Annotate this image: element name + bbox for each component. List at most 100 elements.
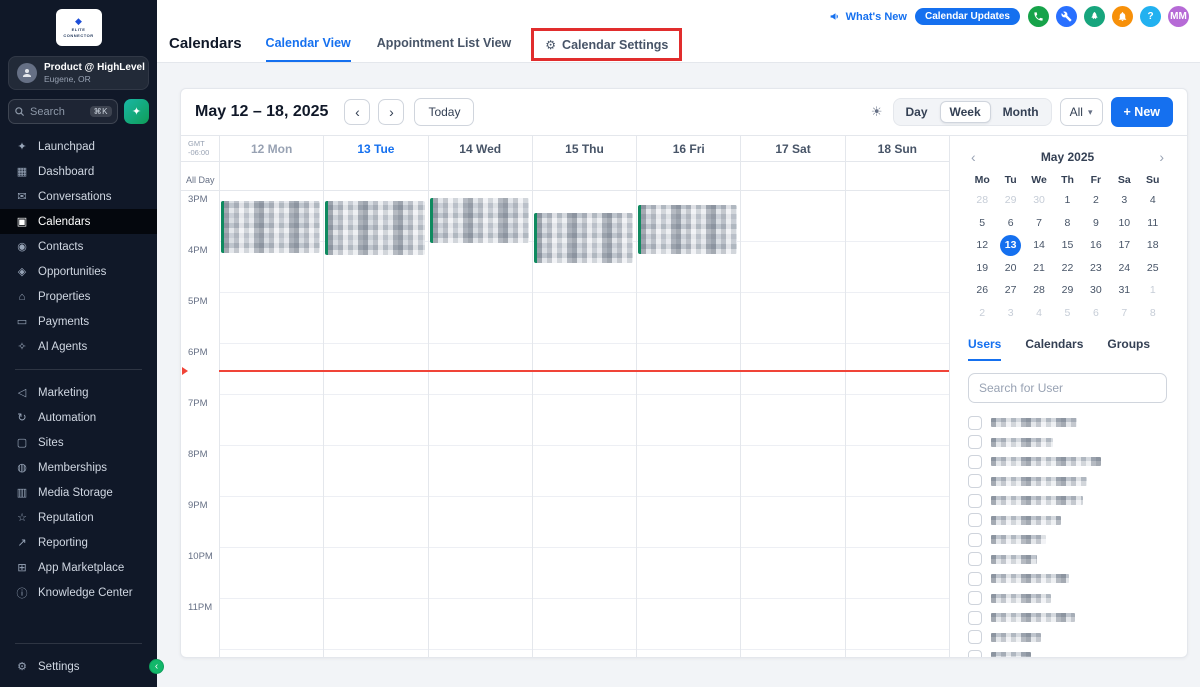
mini-calendar-day[interactable]: 11 xyxy=(1139,212,1167,235)
mini-calendar-day[interactable]: 18 xyxy=(1139,234,1167,257)
user-list-item[interactable] xyxy=(968,550,1167,570)
user-list-item[interactable] xyxy=(968,628,1167,648)
day-column[interactable] xyxy=(636,191,740,657)
sidebar-item-contacts[interactable]: ◉Contacts xyxy=(0,234,157,259)
mini-calendar-day[interactable]: 16 xyxy=(1082,234,1110,257)
hour-cell[interactable] xyxy=(741,446,844,497)
hour-cell[interactable] xyxy=(637,395,740,446)
mini-calendar-day[interactable]: 4 xyxy=(1139,189,1167,212)
mini-calendar-day[interactable]: 7 xyxy=(1110,302,1138,325)
mini-calendar-day[interactable]: 6 xyxy=(1082,302,1110,325)
day-column[interactable] xyxy=(845,191,949,657)
panel-tab-users[interactable]: Users xyxy=(968,337,1001,361)
hour-cell[interactable] xyxy=(846,242,949,293)
mini-calendar-day[interactable]: 29 xyxy=(996,189,1024,212)
hour-cell[interactable] xyxy=(741,599,844,650)
hour-cell[interactable] xyxy=(533,446,636,497)
hour-cell[interactable] xyxy=(324,497,427,548)
day-column[interactable] xyxy=(219,191,323,657)
mini-calendar-day[interactable]: 8 xyxy=(1139,302,1167,325)
hour-cell[interactable] xyxy=(533,599,636,650)
mini-calendar-day[interactable]: 26 xyxy=(968,279,996,302)
user-list-item[interactable] xyxy=(968,569,1167,589)
calendar-event-redacted[interactable] xyxy=(325,201,424,255)
mini-calendar-day[interactable]: 21 xyxy=(1025,257,1053,280)
hour-cell[interactable] xyxy=(429,293,532,344)
mini-calendar-day[interactable]: 28 xyxy=(968,189,996,212)
user-list-item[interactable] xyxy=(968,608,1167,628)
mini-calendar-day[interactable]: 7 xyxy=(1025,212,1053,235)
mini-calendar-day[interactable]: 6 xyxy=(996,212,1024,235)
mini-calendar-day[interactable]: 28 xyxy=(1025,279,1053,302)
hour-cell[interactable] xyxy=(846,191,949,242)
mini-calendar-day[interactable]: 22 xyxy=(1053,257,1081,280)
day-column[interactable] xyxy=(323,191,427,657)
hour-cell[interactable] xyxy=(741,548,844,599)
hour-cell[interactable] xyxy=(533,497,636,548)
hour-cell[interactable] xyxy=(846,497,949,548)
hour-cell[interactable] xyxy=(637,599,740,650)
sidebar-item-ai-agents[interactable]: ✧AI Agents xyxy=(0,334,157,359)
logo-box[interactable]: ◆ ELITECONNECTOR xyxy=(56,9,102,46)
sidebar-item-settings[interactable]: ⚙ Settings xyxy=(0,654,157,679)
prev-week-button[interactable]: ‹ xyxy=(344,99,370,125)
sidebar-item-reporting[interactable]: ↗Reporting xyxy=(0,530,157,555)
user-checkbox[interactable] xyxy=(968,533,982,547)
mini-calendar-day[interactable]: 4 xyxy=(1025,302,1053,325)
day-column[interactable] xyxy=(428,191,532,657)
mini-calendar-day[interactable]: 8 xyxy=(1053,212,1081,235)
day-header-14-wed[interactable]: 14 Wed xyxy=(428,136,532,161)
user-list-item[interactable] xyxy=(968,472,1167,492)
mini-calendar-day[interactable]: 23 xyxy=(1082,257,1110,280)
sidebar-item-reputation[interactable]: ☆Reputation xyxy=(0,505,157,530)
user-checkbox[interactable] xyxy=(968,494,982,508)
hour-cell[interactable] xyxy=(429,395,532,446)
calendar-filter-dropdown[interactable]: All ▾ xyxy=(1060,98,1103,126)
hour-cell[interactable] xyxy=(324,395,427,446)
calendar-event-redacted[interactable] xyxy=(638,205,737,254)
hour-cell[interactable] xyxy=(429,446,532,497)
user-avatar[interactable]: MM xyxy=(1168,6,1189,27)
phone-icon[interactable] xyxy=(1028,6,1049,27)
user-checkbox[interactable] xyxy=(968,591,982,605)
hour-cell[interactable] xyxy=(429,548,532,599)
user-list-item[interactable] xyxy=(968,530,1167,550)
bell-icon[interactable] xyxy=(1112,6,1133,27)
mini-calendar-day[interactable]: 13 xyxy=(996,234,1024,257)
today-button[interactable]: Today xyxy=(414,98,474,126)
user-search-input[interactable] xyxy=(968,373,1167,403)
mini-calendar-day[interactable]: 14 xyxy=(1025,234,1053,257)
tab-calendar-settings[interactable]: ⚙Calendar Settings xyxy=(545,38,668,52)
mini-calendar-day[interactable]: 30 xyxy=(1082,279,1110,302)
mini-calendar-day[interactable]: 2 xyxy=(968,302,996,325)
mini-calendar-day[interactable]: 29 xyxy=(1053,279,1081,302)
mini-calendar-day[interactable]: 19 xyxy=(968,257,996,280)
sidebar-item-conversations[interactable]: ✉Conversations xyxy=(0,184,157,209)
user-checkbox[interactable] xyxy=(968,630,982,644)
hour-cell[interactable] xyxy=(637,293,740,344)
hour-cell[interactable] xyxy=(533,395,636,446)
hour-cell[interactable] xyxy=(846,599,949,650)
hour-cell[interactable] xyxy=(741,293,844,344)
all-day-cell[interactable] xyxy=(323,162,427,190)
user-list-item[interactable] xyxy=(968,433,1167,453)
hour-cell[interactable] xyxy=(741,242,844,293)
day-header-15-thu[interactable]: 15 Thu xyxy=(532,136,636,161)
mini-calendar-day[interactable]: 30 xyxy=(1025,189,1053,212)
sidebar-item-launchpad[interactable]: ✦Launchpad xyxy=(0,134,157,159)
sidebar-item-dashboard[interactable]: ▦Dashboard xyxy=(0,159,157,184)
day-header-16-fri[interactable]: 16 Fri xyxy=(636,136,740,161)
all-day-cell[interactable] xyxy=(428,162,532,190)
help-icon[interactable]: ? xyxy=(1140,6,1161,27)
user-checkbox[interactable] xyxy=(968,552,982,566)
user-list-item[interactable] xyxy=(968,511,1167,531)
hour-cell[interactable] xyxy=(741,191,844,242)
hour-cell[interactable] xyxy=(533,548,636,599)
calendar-updates-badge[interactable]: Calendar Updates xyxy=(915,8,1020,25)
hour-cell[interactable] xyxy=(429,242,532,293)
ai-assistant-button[interactable]: ✦ xyxy=(124,99,149,124)
view-day-button[interactable]: Day xyxy=(896,101,938,123)
user-checkbox[interactable] xyxy=(968,416,982,430)
day-header-18-sun[interactable]: 18 Sun xyxy=(845,136,949,161)
user-checkbox[interactable] xyxy=(968,513,982,527)
